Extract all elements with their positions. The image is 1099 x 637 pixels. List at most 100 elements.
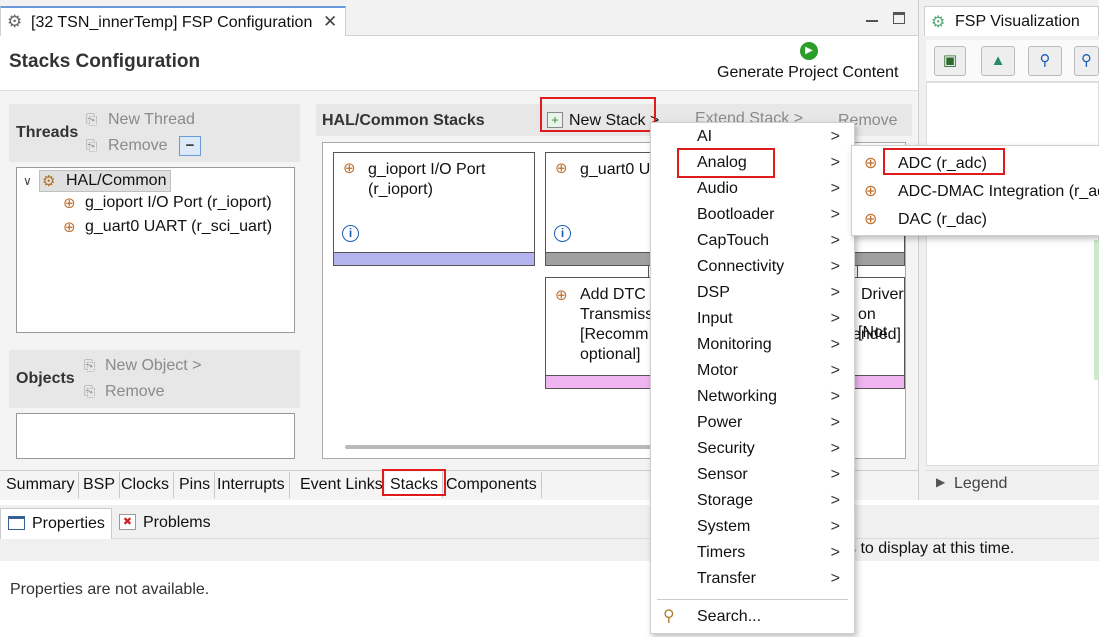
menu-item-transfer[interactable]: Transfer > <box>651 566 854 592</box>
tab-clocks[interactable]: Clocks <box>117 472 175 498</box>
zoom-out-icon[interactable]: ⚲ <box>1074 46 1099 76</box>
minimize-icon[interactable] <box>866 10 878 22</box>
menu-item-sensor[interactable]: Sensor > <box>651 462 854 488</box>
menu-item-system[interactable]: System > <box>651 514 854 540</box>
properties-icon <box>8 516 25 530</box>
menu-item-networking[interactable]: Networking > <box>651 384 854 410</box>
visualization-icon: ⚙ <box>931 14 946 31</box>
menu-item-audio[interactable]: Audio > <box>651 176 854 202</box>
module-icon: ⊕ <box>864 183 878 200</box>
menu-item-security[interactable]: Security > <box>651 436 854 462</box>
ioport-module-icon: ⊕ <box>63 195 76 212</box>
module-icon: ⊕ <box>864 155 878 172</box>
menu-item-label: CapTouch <box>697 232 770 249</box>
menu-item-label: Transfer <box>697 570 756 587</box>
menu-item-label: Motor <box>697 362 738 379</box>
ioport-stack-icon: ⊕ <box>343 160 356 177</box>
new-object-button[interactable]: New Object > <box>105 357 201 375</box>
run-icon[interactable]: ▶ <box>800 42 818 60</box>
hal-common-icon: ⚙ <box>42 173 56 190</box>
tree-toggle-icon[interactable]: ∨ <box>23 174 32 188</box>
zoom-in-icon[interactable]: ⚲ <box>1028 46 1062 76</box>
editor-tab-title: [32 TSN_innerTemp] FSP Configuration <box>31 14 313 31</box>
collapse-icon[interactable]: − <box>179 136 201 156</box>
search-icon: ⚲ <box>663 608 675 625</box>
submenu-arrow-icon: > <box>830 466 840 483</box>
submenu-arrow-icon: > <box>830 440 840 457</box>
menu-item-timers[interactable]: Timers > <box>651 540 854 566</box>
stack-box-dtc-line2: Transmiss <box>580 306 654 323</box>
legend-row[interactable]: ▶ Legend <box>926 470 1099 496</box>
submenu-arrow-icon: > <box>830 284 840 301</box>
new-thread-button[interactable]: New Thread <box>108 111 195 129</box>
objects-title: Objects <box>16 370 75 387</box>
stack-box-dtc-line3: [Recomm <box>580 326 649 343</box>
menu-item-captouch[interactable]: CapTouch > <box>651 228 854 254</box>
layout-icon[interactable]: ▲ <box>981 46 1015 76</box>
stack-box-dtc-right3: ended] <box>852 326 901 343</box>
menu-item-motor[interactable]: Motor > <box>651 358 854 384</box>
remove-object-button[interactable]: Remove <box>105 383 165 401</box>
horizontal-scrollbar[interactable] <box>345 445 655 449</box>
menu-item-label: Networking <box>697 388 778 405</box>
new-stack-menu: AI > Analog > Audio > Bootloader > CapTouch > Conn… <box>650 122 855 634</box>
submenu-arrow-icon: > <box>830 336 840 353</box>
tree-item-ioport[interactable]: g_ioport I/O Port (r_ioport) <box>85 194 272 212</box>
highlight-new-stack <box>540 97 656 132</box>
remove-thread-button[interactable]: Remove <box>108 137 168 155</box>
legend-label: Legend <box>954 475 1008 492</box>
submenu-arrow-icon: > <box>830 362 840 379</box>
menu-item-bootloader[interactable]: Bootloader > <box>651 202 854 228</box>
menu-item-storage[interactable]: Storage > <box>651 488 854 514</box>
tab-summary[interactable]: Summary <box>2 472 80 498</box>
expand-icon: ▶ <box>936 475 946 489</box>
tree-item-uart[interactable]: g_uart0 UART (r_sci_uart) <box>85 218 272 236</box>
highlight-stacks-tab <box>382 469 446 496</box>
stack-box-dtc-line4: optional] <box>580 346 641 363</box>
info-icon[interactable]: i <box>342 225 359 242</box>
problems-message: s to display at this time. <box>848 540 1015 557</box>
tab-interrupts[interactable]: Interrupts <box>213 472 290 498</box>
tab-event-links[interactable]: Event Links <box>296 472 388 498</box>
tab-properties[interactable]: Properties <box>0 508 112 539</box>
submenu-arrow-icon: > <box>830 206 840 223</box>
viz-tab[interactable]: ⚙ FSP Visualization <box>924 6 1099 36</box>
stack-box-dtc-right1: Driver <box>861 286 904 303</box>
menu-item-label: Power <box>697 414 743 431</box>
close-icon[interactable]: ✕ <box>323 12 337 32</box>
menu-item-label: Storage <box>697 492 754 509</box>
menu-item-connectivity[interactable]: Connectivity > <box>651 254 854 280</box>
menu-item-label: Audio <box>697 180 738 197</box>
tab-bsp[interactable]: BSP <box>79 472 121 498</box>
submenu-item-label: DAC (r_dac) <box>898 211 987 228</box>
objects-list <box>16 413 295 459</box>
tab-pins[interactable]: Pins <box>175 472 216 498</box>
menu-item-monitoring[interactable]: Monitoring > <box>651 332 854 358</box>
submenu-arrow-icon: > <box>830 128 840 145</box>
submenu-arrow-icon: > <box>830 570 840 587</box>
tab-problems[interactable]: Problems <box>143 514 211 532</box>
gear-icon: ⚙ <box>7 12 23 31</box>
submenu-item-1[interactable]: ⊕ ADC-DMAC Integration (r_ad <box>852 178 1099 206</box>
tab-components[interactable]: Components <box>442 472 542 498</box>
submenu-arrow-icon: > <box>830 154 840 171</box>
tree-root-item[interactable]: ⚙ HAL/Common <box>39 170 171 192</box>
menu-item-label: DSP <box>697 284 730 301</box>
properties-message: Properties are not available. <box>10 581 210 598</box>
menu-item-ai[interactable]: AI > <box>651 124 854 150</box>
menu-item-label: Timers <box>697 544 746 561</box>
generate-project-content-link[interactable]: Generate Project Content <box>717 64 898 82</box>
viz-green-strip <box>1094 240 1099 380</box>
menu-item-search[interactable]: ⚲ Search... <box>651 604 854 630</box>
uart-stack-icon: ⊕ <box>555 160 568 177</box>
submenu-item-2[interactable]: ⊕ DAC (r_dac) <box>852 206 1099 234</box>
submenu-arrow-icon: > <box>830 232 840 249</box>
save-icon[interactable]: ▣ <box>934 46 966 76</box>
info-icon[interactable]: i <box>554 225 571 242</box>
menu-item-input[interactable]: Input > <box>651 306 854 332</box>
editor-tab[interactable]: ⚙ [32 TSN_innerTemp] FSP Configuration ✕ <box>0 6 346 36</box>
menu-item-dsp[interactable]: DSP > <box>651 280 854 306</box>
stack-box-ioport[interactable]: ⊕ g_ioport I/O Port (r_ioport) i <box>333 152 535 266</box>
maximize-icon[interactable] <box>893 12 905 24</box>
menu-item-power[interactable]: Power > <box>651 410 854 436</box>
